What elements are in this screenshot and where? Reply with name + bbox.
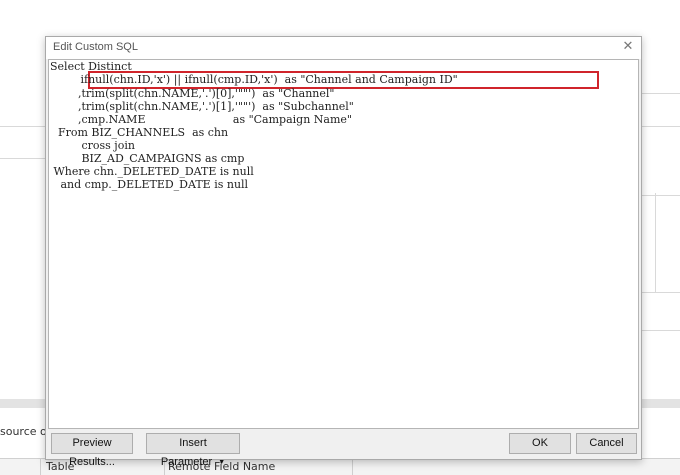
sql-line: ,cmp.NAME as "Campaign Name": [57, 113, 352, 126]
dialog-title: Edit Custom SQL: [53, 41, 138, 53]
chevron-down-icon: ▼: [218, 459, 226, 466]
sql-line: ifnull(chn.ID,'x') || ifnull(cmp.ID,'x')…: [63, 73, 458, 86]
bg-divider: [640, 292, 680, 293]
sql-line: Where chn._DELETED_DATE is null: [50, 165, 254, 178]
sql-line: From BIZ_CHANNELS as chn: [51, 126, 229, 139]
bg-divider: [655, 193, 656, 293]
bg-divider: [0, 158, 45, 159]
preview-results-label: Preview Results...: [69, 437, 115, 468]
edit-custom-sql-dialog: Edit Custom SQL ✕ Select Distinct ifnull…: [45, 36, 642, 468]
sql-line: Select Distinct: [50, 60, 132, 73]
bg-divider: [640, 330, 680, 331]
bg-divider: [640, 93, 680, 94]
bg-divider: [0, 126, 45, 127]
insert-parameter-label: Insert Parameter: [160, 437, 213, 468]
sql-line: cross join: [57, 139, 135, 152]
sql-editor[interactable]: Select Distinct ifnull(chn.ID,'x') || if…: [48, 59, 639, 429]
sql-line: and cmp._DELETED_DATE is null: [50, 178, 249, 191]
close-icon[interactable]: ✕: [619, 38, 637, 56]
ok-label: OK: [532, 437, 548, 449]
dialog-footer: Preview Results... Insert Parameter ▼ OK …: [46, 429, 641, 468]
sql-line: ,trim(split(chn.NAME,'.')[0],'""') as "C…: [57, 87, 335, 100]
bg-partial-text: source or: [0, 425, 52, 438]
ok-button[interactable]: OK: [509, 433, 571, 454]
dialog-titlebar[interactable]: Edit Custom SQL ✕: [46, 37, 641, 59]
sql-line: BIZ_AD_CAMPAIGNS as cmp: [57, 152, 245, 165]
bg-divider: [640, 195, 680, 196]
cancel-label: Cancel: [589, 437, 624, 449]
column-separator: [40, 459, 41, 475]
cancel-button[interactable]: Cancel: [576, 433, 637, 454]
column-separator: [352, 459, 353, 475]
bg-divider: [640, 126, 680, 127]
insert-parameter-button[interactable]: Insert Parameter ▼: [146, 433, 240, 468]
sql-line: ,trim(split(chn.NAME,'.')[1],'""') as "S…: [57, 100, 354, 113]
preview-results-button[interactable]: Preview Results...: [51, 433, 133, 468]
